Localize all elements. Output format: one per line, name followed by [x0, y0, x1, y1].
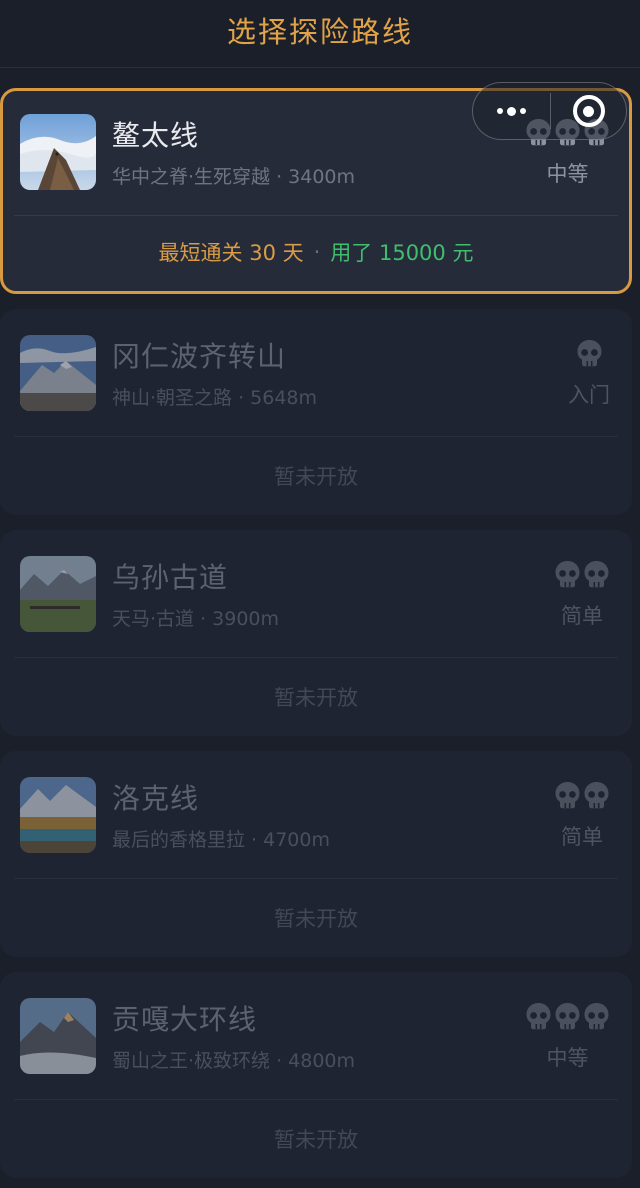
route-description: 天马·古道 · 3900m	[112, 608, 280, 630]
route-description: 神山·朝圣之路 · 5648m	[112, 387, 318, 409]
route-name: 鳌太线	[112, 119, 200, 152]
mini-program-capsule	[472, 82, 627, 140]
difficulty-indicator: 简单	[554, 560, 610, 630]
skull-rating	[554, 560, 610, 590]
route-name: 洛克线	[112, 782, 200, 815]
best-record-text: 最短通关 30 天	[158, 241, 304, 265]
route-description: 华中之脊·生死穿越 · 3400m	[112, 166, 356, 188]
status-not-open: 暂未开放	[274, 1128, 358, 1152]
skull-icon	[525, 1002, 552, 1032]
difficulty-indicator: 中等	[525, 1002, 610, 1072]
skull-icon	[554, 781, 581, 811]
difficulty-indicator: 入门	[568, 339, 610, 409]
status-not-open: 暂未开放	[274, 465, 358, 489]
route-card-gongga[interactable]: 贡嘎大环线 蜀山之王·极致环绕 · 4800m 中等 暂未开放	[0, 972, 632, 1178]
difficulty-label: 简单	[561, 825, 603, 849]
status-not-open: 暂未开放	[274, 686, 358, 710]
skull-rating	[525, 1002, 610, 1032]
difficulty-label: 简单	[561, 604, 603, 628]
route-card-rock[interactable]: 洛克线 最后的香格里拉 · 4700m 简单 暂未开放	[0, 751, 632, 957]
route-thumbnail	[20, 998, 96, 1074]
difficulty-label: 中等	[546, 162, 589, 186]
separator-dot: ·	[313, 240, 321, 264]
status-not-open: 暂未开放	[274, 907, 358, 931]
skull-icon	[576, 339, 603, 369]
close-button[interactable]	[551, 83, 626, 139]
skull-rating	[576, 339, 603, 369]
target-ring-icon	[572, 95, 605, 127]
route-description: 最后的香格里拉 · 4700m	[112, 829, 330, 851]
skull-icon	[554, 560, 581, 590]
skull-icon	[583, 560, 610, 590]
route-card-kailash[interactable]: 冈仁波齐转山 神山·朝圣之路 · 5648m 入门 暂未开放	[0, 309, 632, 515]
route-name: 贡嘎大环线	[112, 1003, 258, 1036]
route-thumbnail	[20, 335, 96, 411]
difficulty-label: 中等	[546, 1046, 589, 1070]
route-name: 乌孙古道	[112, 561, 229, 594]
difficulty-indicator: 简单	[554, 781, 610, 851]
skull-icon	[554, 1002, 581, 1032]
more-dots-icon	[497, 106, 526, 116]
skull-icon	[583, 781, 610, 811]
route-thumbnail	[20, 114, 96, 190]
skull-rating	[554, 781, 610, 811]
route-thumbnail	[20, 777, 96, 853]
difficulty-label: 入门	[568, 383, 610, 407]
route-name: 冈仁波齐转山	[112, 340, 287, 373]
route-thumbnail	[20, 556, 96, 632]
spent-text: 用了 15000 元	[330, 241, 474, 265]
route-description: 蜀山之王·极致环绕 · 4800m	[112, 1050, 356, 1072]
more-button[interactable]	[473, 83, 550, 139]
page-title: 选择探险路线	[226, 14, 413, 49]
skull-icon	[583, 1002, 610, 1032]
card-footer: 最短通关 30 天 · 用了 15000 元	[3, 216, 629, 288]
route-card-wusun[interactable]: 乌孙古道 天马·古道 · 3900m 简单 暂未开放	[0, 530, 632, 736]
page-header: 选择探险路线	[0, 0, 640, 68]
